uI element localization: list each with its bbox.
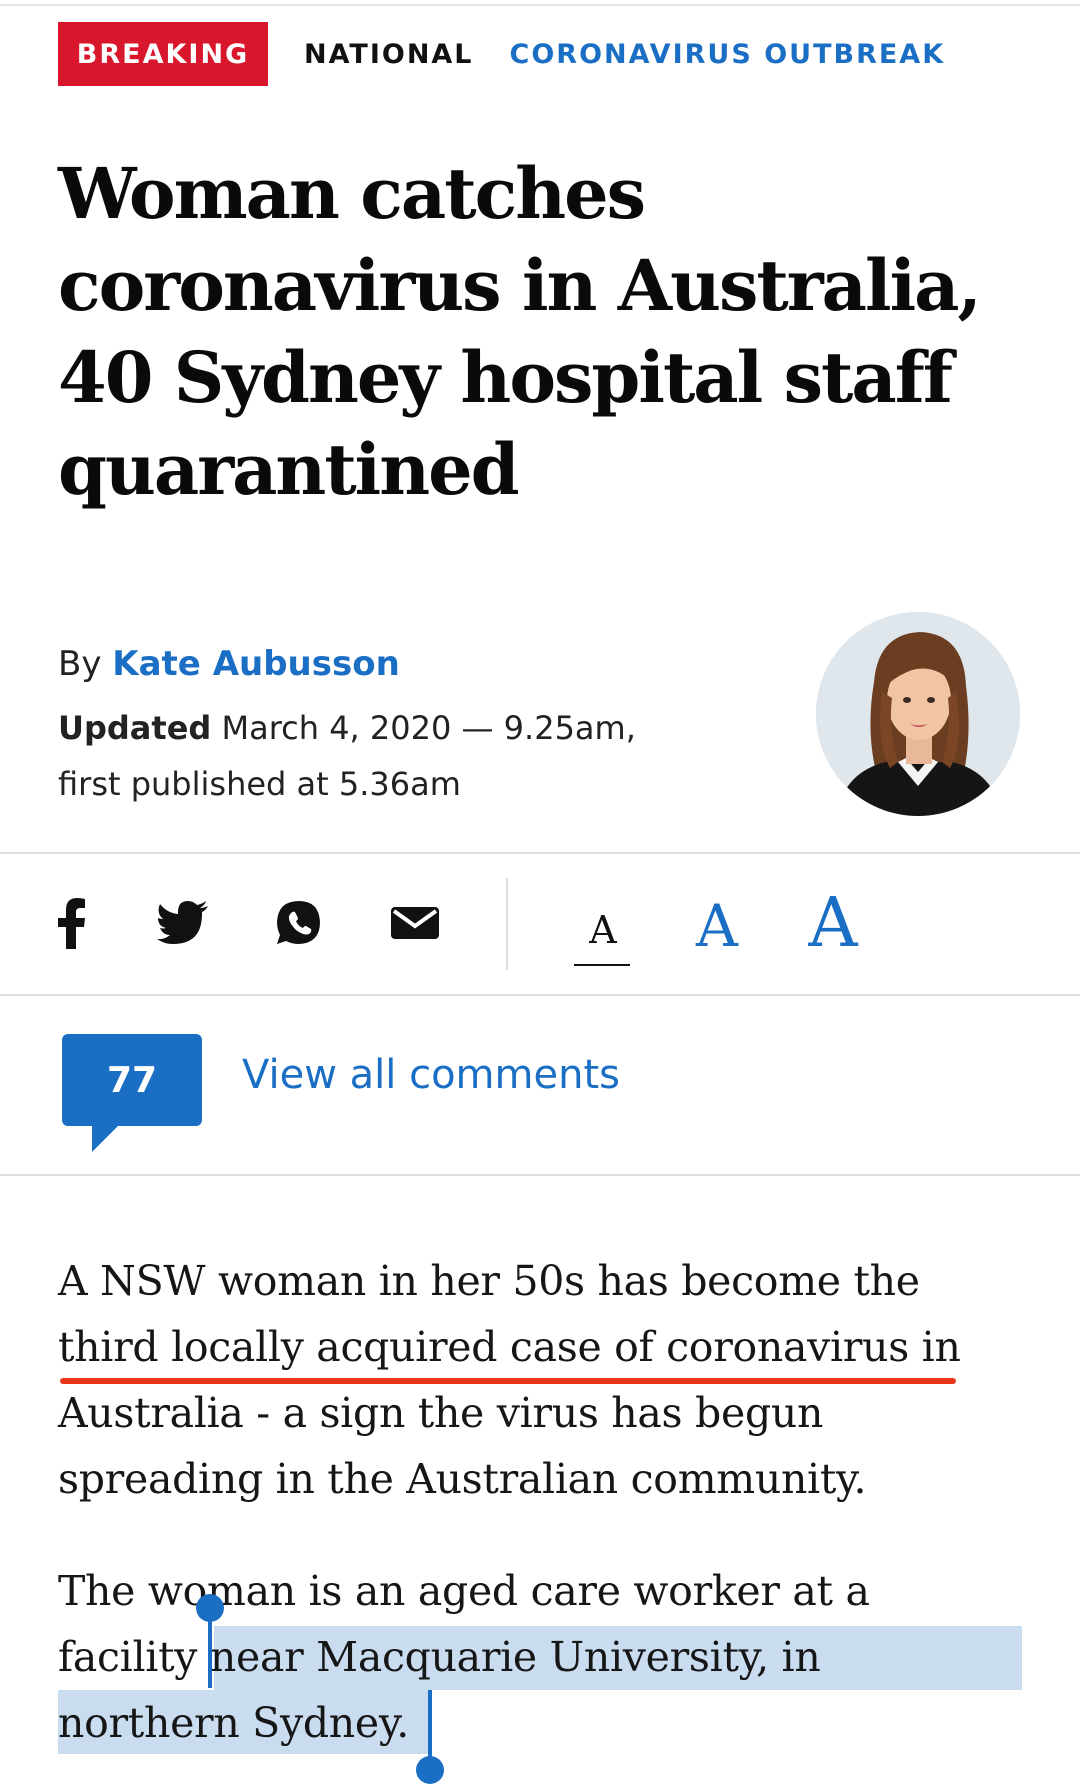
selection-start-caret (208, 1614, 212, 1688)
author-avatar[interactable] (816, 612, 1020, 816)
byline-by: By (58, 644, 102, 684)
view-all-comments-link[interactable]: View all comments (242, 1052, 620, 1098)
font-size-large-button[interactable]: A (798, 884, 868, 963)
share-separator (506, 878, 508, 970)
updated-label: Updated (58, 709, 212, 747)
coronavirus-outbreak-tag[interactable]: CORONAVIRUS OUTBREAK (510, 39, 946, 70)
article-headline: Woman catches coronavirus in Australia, … (58, 152, 982, 511)
divider-above-share (0, 852, 1080, 854)
paragraph-1-line-2: third locally acquired case of coronavir… (58, 1323, 961, 1371)
twitter-icon[interactable] (150, 890, 216, 956)
red-underline-annotation (60, 1378, 956, 1384)
font-size-medium-button[interactable]: A (690, 892, 744, 960)
whatsapp-icon[interactable] (266, 890, 332, 956)
top-divider (0, 4, 1080, 6)
email-icon[interactable] (382, 890, 448, 956)
paragraph-2-line-2: facility near Macquarie University, in (58, 1633, 821, 1681)
paragraph-2-line-3: northern Sydney. (58, 1699, 409, 1747)
national-tag[interactable]: NATIONAL (304, 39, 474, 70)
selection-end-caret (428, 1690, 432, 1762)
selection-end-handle[interactable] (416, 1756, 444, 1784)
font-size-selected-indicator (574, 964, 630, 966)
comment-count-badge[interactable]: 77 (62, 1034, 202, 1126)
breaking-tag[interactable]: BREAKING (58, 22, 268, 86)
paragraph-1-line-1: A NSW woman in her 50s has become the (58, 1257, 920, 1305)
divider-below-share (0, 994, 1080, 996)
dateline: Updated March 4, 2020 — 9.25am, first pu… (58, 700, 698, 812)
article-paragraph-2: The woman is an aged care worker at a fa… (58, 1558, 1048, 1756)
paragraph-1-line-4: spreading in the Australian community. (58, 1455, 867, 1503)
facebook-icon[interactable] (38, 890, 104, 956)
font-size-small-button[interactable]: A (576, 908, 630, 952)
paragraph-1-line-3: Australia - a sign the virus has begun (58, 1389, 824, 1437)
comment-badge-tail (92, 1122, 122, 1152)
tag-row: BREAKING NATIONAL CORONAVIRUS OUTBREAK (58, 22, 945, 86)
divider-above-article (0, 1174, 1080, 1176)
author-link[interactable]: Kate Aubusson (112, 644, 400, 684)
byline: By Kate Aubusson (58, 640, 400, 688)
